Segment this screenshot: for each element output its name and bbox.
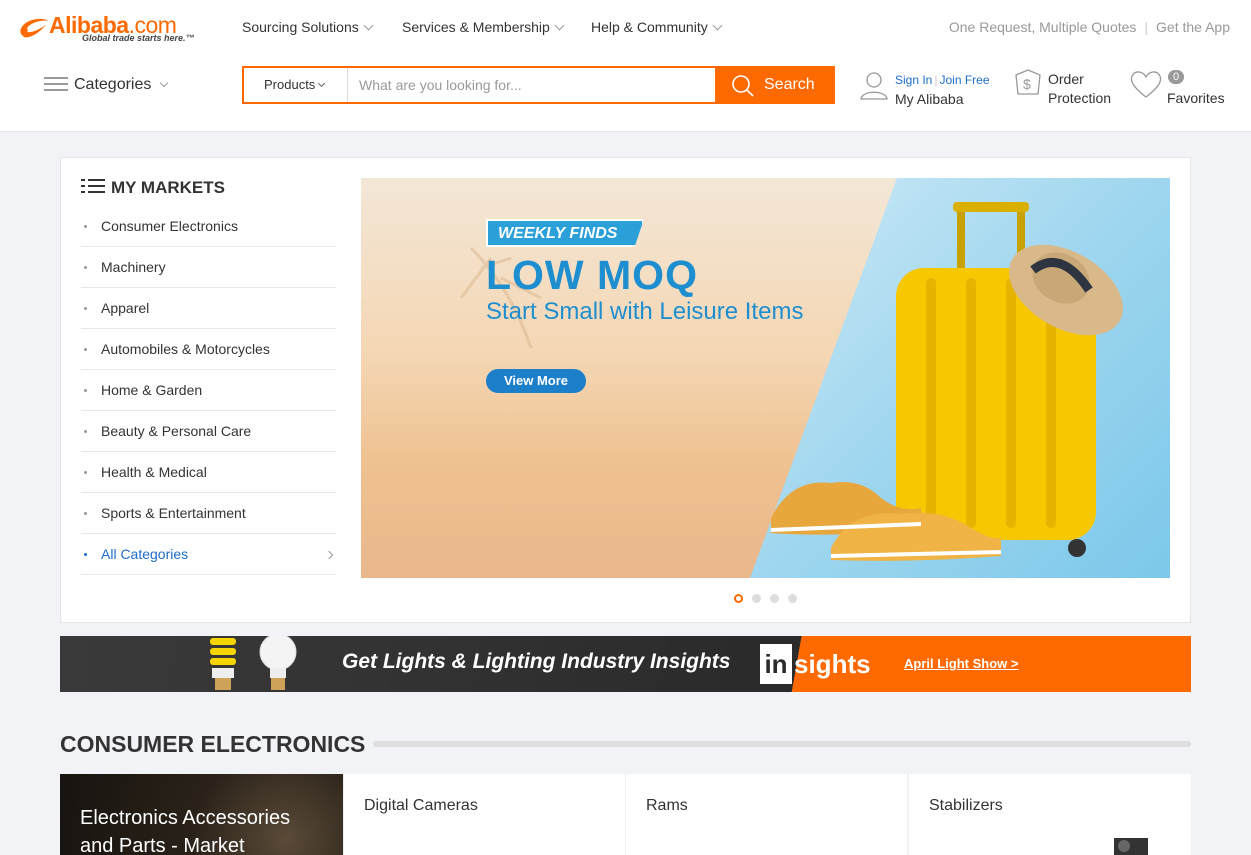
- categories-button[interactable]: Categories: [44, 74, 169, 94]
- category-cards: Electronics Accessories and Parts - Marke…: [60, 774, 1191, 855]
- carousel-dot[interactable]: [734, 594, 743, 603]
- card-rams[interactable]: Rams: [625, 774, 907, 855]
- favorites-link[interactable]: Favorites: [1167, 89, 1225, 108]
- view-more-button[interactable]: View More: [486, 369, 586, 393]
- banner-headline: LOW MOQ: [486, 252, 698, 298]
- svg-text:e: e: [20, 22, 28, 39]
- markets-list: Consumer Electronics Machinery Apparel A…: [81, 206, 336, 575]
- user-icon: [860, 72, 888, 100]
- chevron-down-icon: [318, 79, 326, 88]
- categories-label: Categories: [74, 76, 152, 93]
- carousel-dot[interactable]: [770, 594, 779, 603]
- market-item-home-garden[interactable]: Home & Garden: [81, 370, 336, 411]
- join-free-link[interactable]: Join Free: [939, 73, 989, 87]
- light-bulbs-illustration: [210, 636, 297, 690]
- search-input[interactable]: [349, 68, 713, 102]
- april-light-show-link[interactable]: April Light Show >: [904, 656, 1018, 671]
- weekly-finds-tag: WEEKLY FINDS: [486, 219, 644, 247]
- lighting-insights-banner[interactable]: Get Lights & Lighting Industry Insights …: [60, 636, 1191, 692]
- sign-in-link[interactable]: Sign In: [895, 73, 932, 87]
- markets-panel: MY MARKETS Consumer Electronics Machiner…: [60, 157, 1191, 623]
- market-item-beauty[interactable]: Beauty & Personal Care: [81, 411, 336, 452]
- carousel-dot[interactable]: [752, 594, 761, 603]
- logo-mark-icon: e: [20, 18, 48, 39]
- shield-dollar-icon: $: [1015, 69, 1041, 95]
- chevron-down-icon: [554, 20, 565, 31]
- search-button[interactable]: Search: [715, 66, 835, 104]
- search-bar: Products Search: [242, 66, 835, 104]
- lighting-banner-text: Get Lights & Lighting Industry Insights: [342, 650, 731, 673]
- market-item-health[interactable]: Health & Medical: [81, 452, 336, 493]
- carousel-dots: [734, 590, 806, 608]
- menu-icon: [44, 76, 68, 91]
- stabilizer-product-image: [1114, 838, 1148, 855]
- chevron-down-icon: [160, 78, 169, 88]
- market-item-machinery[interactable]: Machinery: [81, 247, 336, 288]
- carousel-dot[interactable]: [788, 594, 797, 603]
- favorites-count-badge: 0: [1168, 70, 1184, 84]
- list-icon: [81, 179, 105, 195]
- heart-icon: [1130, 71, 1162, 98]
- banner-illustration: [459, 202, 1123, 561]
- rfq-link[interactable]: One Request, Multiple Quotes: [949, 19, 1137, 35]
- nav-help-community[interactable]: Help & Community: [591, 19, 723, 35]
- market-item-sports[interactable]: Sports & Entertainment: [81, 493, 336, 534]
- get-app-link[interactable]: Get the App: [1156, 19, 1230, 35]
- cfl-bulb-icon: [210, 638, 236, 690]
- all-categories-link[interactable]: All Categories: [81, 534, 336, 575]
- search-scope-select[interactable]: Products: [244, 68, 348, 102]
- chevron-right-icon: [324, 550, 334, 560]
- chevron-down-icon: [712, 20, 723, 31]
- svg-text:$: $: [1023, 76, 1031, 92]
- alibaba-logo[interactable]: e Alibaba.com Global trade starts here.™: [16, 12, 216, 48]
- divider: |: [1144, 19, 1149, 35]
- site-header: e Alibaba.com Global trade starts here.™…: [0, 0, 1251, 132]
- hero-card-title: Electronics Accessories and Parts - Marke…: [80, 807, 291, 855]
- section-divider: [373, 741, 1191, 747]
- my-alibaba-label: My Alibaba: [895, 91, 964, 107]
- electronics-accessories-card[interactable]: Electronics Accessories and Parts - Marke…: [60, 774, 343, 855]
- nav-services-membership[interactable]: Services & Membership: [402, 19, 565, 35]
- logo-tagline: Global trade starts here.™: [82, 33, 195, 43]
- order-protection-link[interactable]: Order Protection: [1048, 70, 1111, 108]
- nav-sourcing-solutions[interactable]: Sourcing Solutions: [242, 19, 374, 35]
- card-digital-cameras[interactable]: Digital Cameras: [343, 774, 625, 855]
- market-item-apparel[interactable]: Apparel: [81, 288, 336, 329]
- banner-subheadline: Start Small with Leisure Items: [486, 298, 804, 325]
- chevron-down-icon: [363, 20, 374, 31]
- incandescent-bulb-icon: [259, 636, 297, 690]
- markets-title: MY MARKETS: [81, 177, 225, 198]
- insights-logo: in sights: [760, 644, 871, 684]
- search-icon: [732, 75, 754, 97]
- market-item-consumer-electronics[interactable]: Consumer Electronics: [81, 206, 336, 247]
- section-title: CONSUMER ELECTRONICS: [60, 731, 366, 757]
- card-stabilizers[interactable]: Stabilizers: [908, 774, 1191, 855]
- account-menu[interactable]: Sign In | Join Free My Alibaba: [895, 70, 990, 109]
- market-item-automobiles[interactable]: Automobiles & Motorcycles: [81, 329, 336, 370]
- top-links: One Request, Multiple Quotes | Get the App: [949, 19, 1230, 35]
- hero-banner[interactable]: WEEKLY FINDS LOW MOQ Start Small with Le…: [361, 178, 1170, 578]
